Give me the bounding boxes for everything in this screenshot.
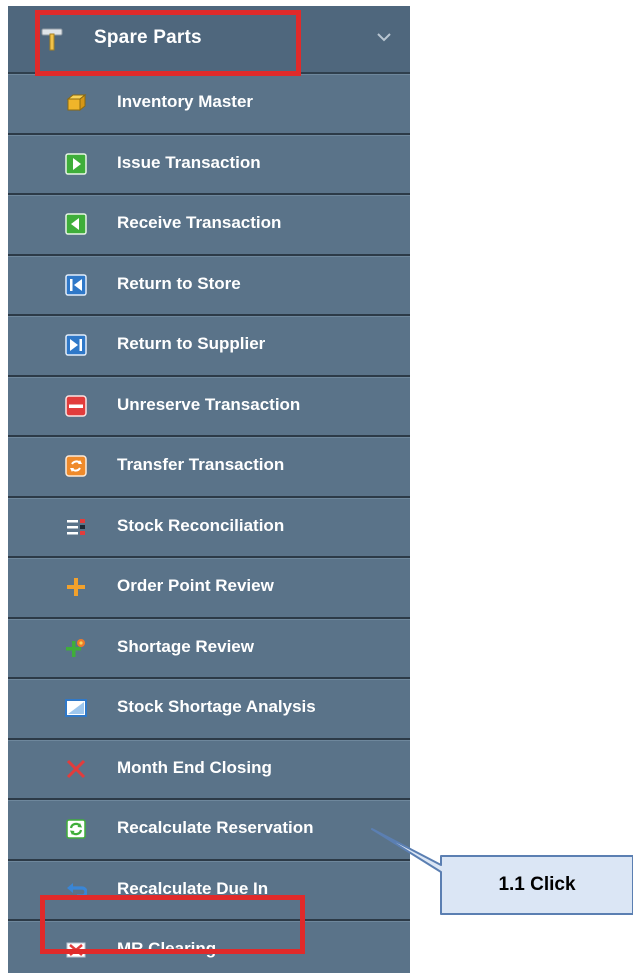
skip-forward-blue-icon bbox=[65, 334, 87, 356]
window-icon bbox=[65, 697, 87, 719]
menu-item-transfer-transaction[interactable]: Transfer Transaction bbox=[8, 437, 410, 498]
menu-item-receive-transaction[interactable]: Receive Transaction bbox=[8, 195, 410, 256]
menu-header-spare-parts[interactable]: Spare Parts bbox=[8, 6, 410, 74]
callout-label: 1.1 Click bbox=[498, 874, 576, 895]
menu-item-label: MR Clearing bbox=[117, 939, 217, 958]
reconcile-icon bbox=[65, 516, 87, 538]
menu-item-inventory-master[interactable]: Inventory Master bbox=[8, 74, 410, 135]
menu-item-label: Recalculate Due In bbox=[117, 878, 269, 898]
spare-parts-menu: Spare Parts Inventory Master Issue Trans… bbox=[8, 6, 410, 973]
menu-item-label: Return to Store bbox=[117, 273, 241, 293]
undo-arrow-icon bbox=[65, 879, 88, 901]
menu-item-order-point-review[interactable]: Order Point Review bbox=[8, 558, 410, 619]
menu-item-label: Recalculate Reservation bbox=[117, 818, 314, 837]
menu-item-stock-reconciliation[interactable]: Stock Reconciliation bbox=[8, 497, 410, 558]
menu-item-label: Shortage Review bbox=[117, 636, 254, 656]
hammer-icon bbox=[39, 26, 65, 52]
menu-item-label: Transfer Transaction bbox=[117, 455, 285, 474]
menu-item-mr-clearing[interactable]: MR Clearing bbox=[8, 921, 410, 973]
menu-item-label: Unreserve Transaction bbox=[117, 394, 301, 414]
menu-items: Inventory Master Issue Transaction Recei… bbox=[8, 74, 410, 973]
recalc-green-icon bbox=[65, 818, 87, 840]
menu-item-recalculate-due-in[interactable]: Recalculate Due In bbox=[8, 860, 410, 921]
box-icon bbox=[65, 92, 87, 114]
menu-header-label: Spare Parts bbox=[94, 27, 202, 48]
close-x-icon bbox=[65, 758, 87, 780]
transfer-orange-icon bbox=[65, 455, 87, 477]
menu-item-stock-shortage-analysis[interactable]: Stock Shortage Analysis bbox=[8, 679, 410, 740]
plus-orange-icon bbox=[65, 576, 87, 598]
arrow-left-green-icon bbox=[65, 213, 87, 235]
minus-red-icon bbox=[65, 394, 87, 417]
arrow-right-green-icon bbox=[65, 152, 87, 175]
shortage-icon bbox=[65, 637, 87, 659]
menu-item-recalculate-reservation[interactable]: Recalculate Reservation bbox=[8, 800, 410, 861]
menu-item-label: Stock Reconciliation bbox=[117, 515, 285, 535]
menu-item-issue-transaction[interactable]: Issue Transaction bbox=[8, 134, 410, 195]
menu-item-return-to-supplier[interactable]: Return to Supplier bbox=[8, 316, 410, 377]
skip-back-blue-icon bbox=[65, 273, 87, 296]
menu-item-label: Receive Transaction bbox=[117, 213, 282, 232]
menu-item-shortage-review[interactable]: Shortage Review bbox=[8, 618, 410, 679]
menu-item-label: Issue Transaction bbox=[117, 152, 261, 172]
menu-item-return-to-store[interactable]: Return to Store bbox=[8, 255, 410, 316]
chevron-down-icon[interactable] bbox=[376, 30, 392, 42]
menu-item-label: Month End Closing bbox=[117, 757, 272, 777]
page: Spare Parts Inventory Master Issue Trans… bbox=[0, 0, 633, 973]
menu-item-month-end-closing[interactable]: Month End Closing bbox=[8, 739, 410, 800]
clear-icon bbox=[65, 939, 87, 961]
menu-item-label: Order Point Review bbox=[117, 576, 274, 595]
menu-item-label: Inventory Master bbox=[117, 92, 254, 111]
menu-item-label: Return to Supplier bbox=[117, 334, 266, 353]
menu-item-unreserve-transaction[interactable]: Unreserve Transaction bbox=[8, 376, 410, 437]
menu-item-label: Stock Shortage Analysis bbox=[117, 697, 316, 716]
